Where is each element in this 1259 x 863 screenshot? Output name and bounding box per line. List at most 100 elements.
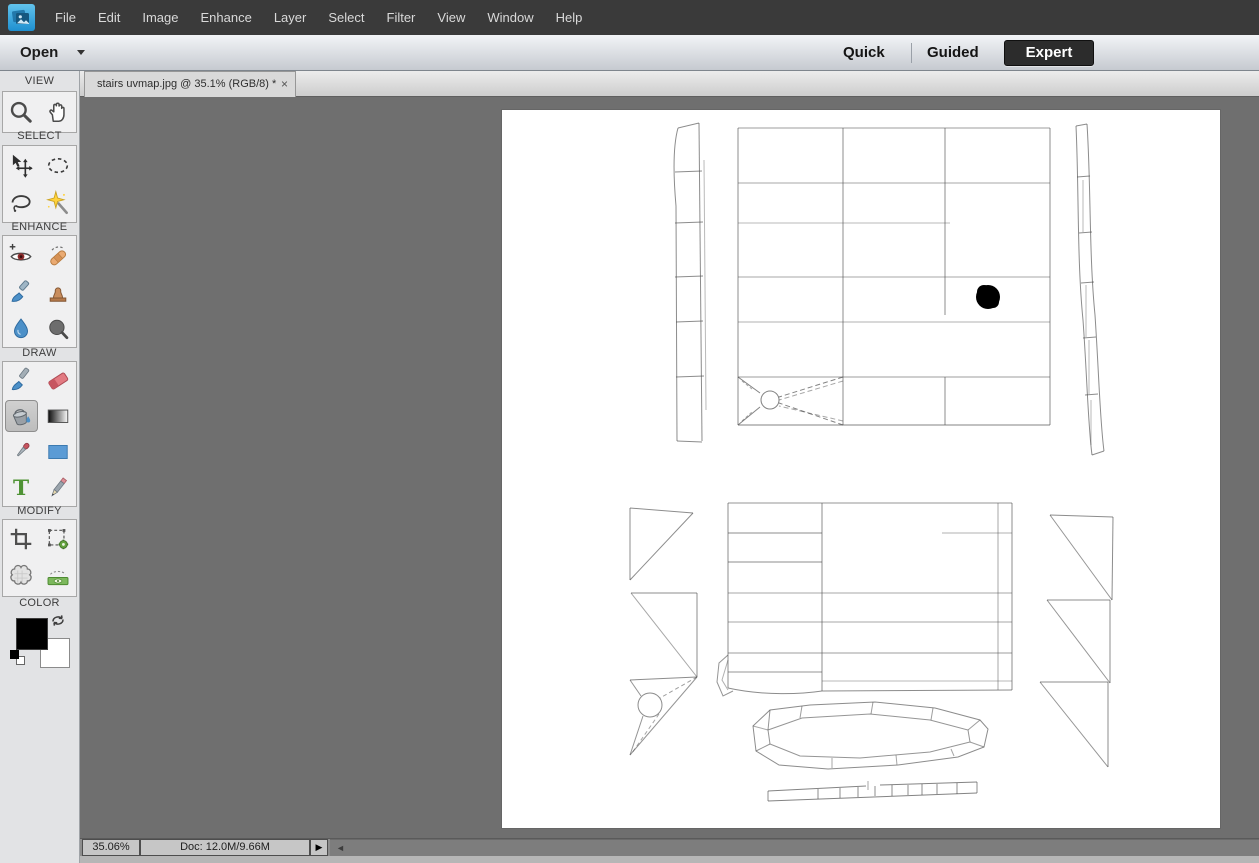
color-picker-area [0,612,80,682]
document-tab[interactable]: stairs uvmap.jpg @ 35.1% (RGB/8) * × [84,71,296,97]
lasso-tool-icon [11,195,31,212]
toolbox-select [2,145,77,223]
tool-gradient[interactable] [40,398,77,434]
tool-shape[interactable] [40,434,77,470]
menu-select[interactable]: Select [317,0,375,35]
tool-cookie-cutter[interactable] [3,558,40,596]
type-tool-icon: T [13,476,29,501]
gradient-tool-icon [47,409,68,423]
mode-separator [911,43,912,63]
straighten-icon [47,570,69,586]
scroll-left-icon[interactable]: ◄ [336,840,345,857]
foreground-color-swatch[interactable] [16,618,48,650]
document-tab-bar: stairs uvmap.jpg @ 35.1% (RGB/8) * × [80,71,1259,97]
document-canvas[interactable] [502,110,1220,828]
menu-filter[interactable]: Filter [376,0,427,35]
close-icon[interactable]: × [281,72,288,96]
window-bottom-strip [80,856,1259,863]
sharpen-tool-icon [49,319,69,339]
toolbox-modify [2,519,77,597]
app-window: File Edit Image Enhance Layer Select Fil… [0,0,1259,863]
tool-crop[interactable] [3,520,40,558]
mode-tab-expert[interactable]: Expert [1004,40,1094,66]
elliptical-marquee-icon [47,158,68,174]
tool-sharpen[interactable] [40,310,77,347]
tool-brush[interactable] [3,362,40,398]
canvas-workspace[interactable] [80,97,1259,838]
uvmap-drawing [629,122,1114,802]
pencil-tool-icon [51,477,67,497]
tool-red-eye[interactable] [3,236,40,273]
open-button[interactable]: Open [20,35,85,71]
menu-layer[interactable]: Layer [263,0,318,35]
app-logo-icon[interactable] [8,4,35,31]
section-label-view: VIEW [24,75,55,87]
menu-view[interactable]: View [426,0,476,35]
status-expand-button[interactable]: ▶ [310,839,328,856]
tool-move[interactable] [3,146,40,184]
menu-window[interactable]: Window [476,0,544,35]
section-label-enhance: ENHANCE [11,221,68,233]
tool-paint-bucket[interactable] [3,398,40,434]
section-label-select: SELECT [17,130,62,142]
tool-eraser[interactable] [40,362,77,398]
status-bar: 35.06% Doc: 12.0M/9.66M ▶ ◄ [80,838,1259,856]
spot-healing-brush-icon [49,245,66,265]
section-label-color: COLOR [19,597,60,609]
move-tool-icon [13,154,33,178]
tool-spot-healing[interactable] [40,236,77,273]
chevron-down-icon[interactable] [76,50,85,56]
zoom-level-field[interactable]: 35.06% [82,839,140,856]
menu-bar: File Edit Image Enhance Layer Select Fil… [0,0,1259,35]
section-label-draw: DRAW [22,347,57,359]
open-label: Open [20,44,59,61]
toolbox-draw: T [2,361,77,507]
tool-elliptical-marquee[interactable] [40,146,77,184]
tool-eyedropper[interactable] [3,434,40,470]
eyedropper-icon [17,442,30,457]
horizontal-scrollbar[interactable]: ◄ [330,839,1259,856]
tool-pencil[interactable] [40,470,77,506]
mode-tab-quick[interactable]: Quick [843,35,885,71]
eraser-tool-icon [48,372,68,390]
tool-blur[interactable] [3,310,40,347]
smart-brush-icon [11,279,30,302]
mode-tab-guided[interactable]: Guided [927,35,979,71]
toolbox-enhance [2,235,77,348]
action-bar: Open Quick Guided Expert [0,35,1259,71]
menu-file[interactable]: File [44,0,87,35]
tool-magic-wand[interactable] [40,184,77,222]
blur-tool-icon [14,317,29,338]
document-tab-title: stairs uvmap.jpg @ 35.1% (RGB/8) * [97,78,277,90]
tool-hand[interactable] [40,92,77,132]
tool-zoom[interactable] [3,92,40,132]
section-label-modify: MODIFY [17,505,62,517]
menu-items: File Edit Image Enhance Layer Select Fil… [44,0,593,35]
menu-image[interactable]: Image [131,0,189,35]
menu-enhance[interactable]: Enhance [190,0,263,35]
tool-lasso[interactable] [3,184,40,222]
default-colors-icon[interactable] [10,650,27,667]
shape-tool-icon [48,445,68,459]
paint-bucket-icon [13,409,31,426]
tool-smart-brush[interactable] [3,273,40,310]
tool-clone-stamp[interactable] [40,273,77,310]
menu-help[interactable]: Help [545,0,594,35]
swap-colors-icon[interactable] [50,612,66,633]
magic-wand-icon [45,190,68,215]
tool-type[interactable]: T [3,470,40,506]
tool-sidebar: VIEW SELECT ENHANCE DRAW T MODIFY COLOR [0,71,80,863]
hand-tool-icon [48,102,65,122]
type-tool-glyph: T [13,476,29,501]
crop-tool-icon [10,528,32,550]
recompose-icon [47,529,68,550]
zoom-tool-icon [11,101,32,123]
tool-straighten[interactable] [40,558,77,596]
toolbox-view [2,91,77,133]
brush-tool-icon [12,367,30,391]
menu-edit[interactable]: Edit [87,0,131,35]
tool-recompose[interactable] [40,520,77,558]
cookie-cutter-icon [10,564,32,585]
doc-size-field[interactable]: Doc: 12.0M/9.66M [140,839,310,856]
clone-stamp-icon [49,286,67,302]
